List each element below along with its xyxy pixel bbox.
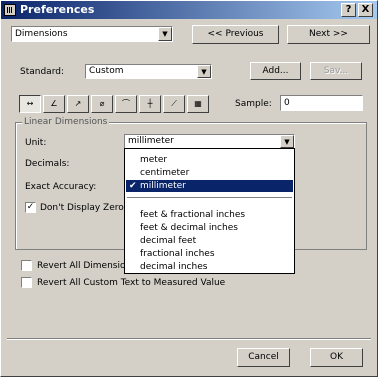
category-select-value: Dimensions [15,29,68,39]
chevron-down-icon[interactable]: ▼ [197,65,211,78]
unit-option-feet-decimal-inches[interactable]: feet & decimal inches [126,222,293,234]
decimals-label: Decimals: [25,159,70,169]
diameter-dim-icon[interactable]: ⌀ [91,95,113,113]
ok-button[interactable]: OK [310,348,363,367]
standard-select-value: Custom [89,66,124,76]
sample-label: Sample: [235,99,272,109]
category-select[interactable]: Dimensions ▼ [11,26,173,42]
cancel-button[interactable]: Cancel [237,348,290,367]
radius-dim-icon[interactable]: ↗ [67,95,89,113]
preferences-dialog: Preferences ? X Dimensions ▼ << Previous… [0,0,378,377]
sample-input[interactable]: 0 [280,95,363,111]
ordinate-dim-icon[interactable]: ┼ [139,95,161,113]
next-button[interactable]: Next >> [287,25,370,44]
previous-button[interactable]: << Previous [192,25,279,44]
footer-divider [7,338,371,340]
dont-display-zero-label: Don't Display Zero V [40,203,133,213]
title-bar[interactable]: Preferences ? X [1,1,377,19]
standard-label: Standard: [20,67,64,77]
unit-label: Unit: [25,138,47,148]
sample-input-value: 0 [284,98,290,108]
revert-dimension-label: Revert All Dimension [37,261,132,271]
dont-display-zero-checkbox[interactable]: ✓ [25,202,36,213]
chevron-down-icon[interactable]: ▼ [158,27,172,41]
revert-custom-text-label: Revert All Custom Text to Measured Value [37,278,226,288]
checkmark-icon: ✔ [129,181,137,191]
unit-option-fractional-inches[interactable]: fractional inches [126,248,293,260]
app-icon [4,4,16,16]
window-title: Preferences [20,3,95,16]
angular-dim-icon[interactable]: ∠ [43,95,65,113]
help-icon[interactable]: ? [341,3,356,17]
arc-dim-icon[interactable]: ⌒ [115,95,137,113]
unit-option-centimeter[interactable]: centimeter [126,167,293,179]
save-button[interactable]: Sav... [310,62,362,80]
exact-accuracy-label: Exact Accuracy: [25,182,97,192]
unit-option-meter[interactable]: meter [126,154,293,166]
area-dim-icon[interactable]: ▦ [187,95,209,113]
group-title: Linear Dimensions [22,117,110,127]
unit-option-decimal-inches[interactable]: decimal inches [126,261,293,273]
add-button[interactable]: Add... [250,62,301,80]
unit-option-decimal-feet[interactable]: decimal feet [126,235,293,247]
dropdown-separator [127,197,292,198]
chevron-down-icon[interactable]: ▼ [280,135,294,148]
unit-option-millimeter[interactable]: ✔ millimeter [126,180,293,192]
unit-select[interactable]: millimeter ▼ [124,134,295,149]
linear-dim-icon[interactable]: ↔ [19,95,41,113]
leader-dim-icon[interactable]: ⟋ [163,95,185,113]
standard-select[interactable]: Custom ▼ [85,64,212,79]
unit-option-feet-fractional-inches[interactable]: feet & fractional inches [126,209,293,221]
unit-dropdown-list: meter centimeter ✔ millimeter feet & fra… [124,148,295,274]
unit-select-value: millimeter [128,136,174,146]
revert-dimension-checkbox[interactable] [21,260,32,271]
close-icon[interactable]: X [358,3,373,17]
unit-option-label: millimeter [140,181,186,191]
revert-custom-text-checkbox[interactable] [21,277,32,288]
